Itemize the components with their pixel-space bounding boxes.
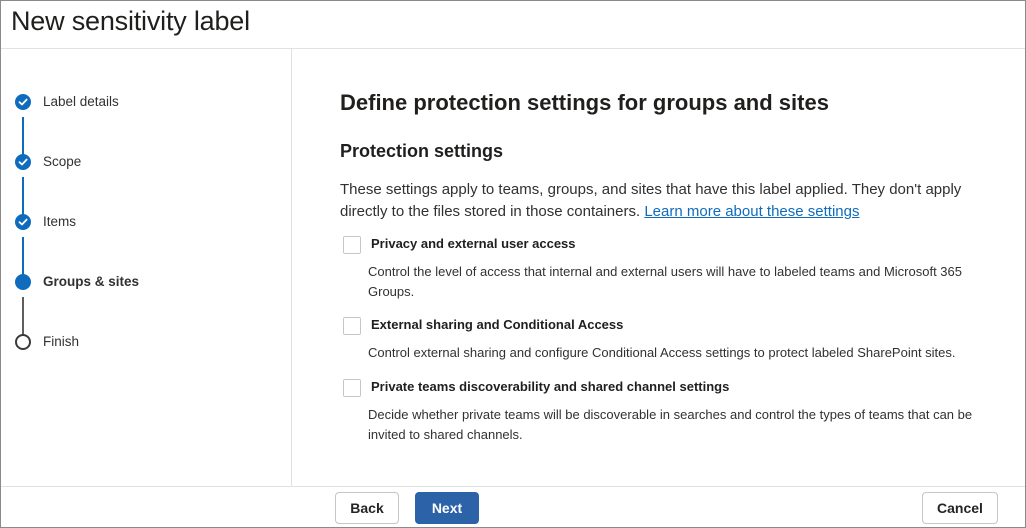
checkmark-icon: [15, 214, 31, 230]
current-step-dot-icon: [15, 274, 31, 290]
private-teams-checkbox[interactable]: [343, 379, 361, 397]
step-label-details[interactable]: Label details: [1, 90, 291, 114]
option-description: Control external sharing and configure C…: [368, 345, 956, 360]
section-heading: Define protection settings for groups an…: [340, 90, 829, 115]
learn-more-link[interactable]: Learn more about these settings: [644, 203, 859, 220]
step-label: Groups & sites: [43, 274, 140, 289]
step-finish[interactable]: Finish: [1, 330, 291, 354]
option-title[interactable]: Private teams discoverability and shared…: [371, 379, 729, 394]
wizard-window: New sensitivity label Label details Scop…: [0, 0, 1026, 528]
wizard-footer: Back Next Cancel: [1, 486, 1025, 527]
checkmark-icon: [15, 154, 31, 170]
step-items[interactable]: Items: [1, 210, 291, 234]
wizard-header: New sensitivity label: [1, 1, 1025, 49]
step-label: Scope: [43, 154, 82, 169]
step-label: Finish: [43, 334, 80, 349]
section-subheading: Protection settings: [340, 141, 504, 161]
empty-circle-icon: [15, 334, 31, 350]
step-groups-and-sites[interactable]: Groups & sites: [1, 270, 291, 294]
option-description: Decide whether private teams will be dis…: [368, 407, 973, 442]
option-title[interactable]: Privacy and external user access: [371, 236, 576, 251]
page-title: New sensitivity label: [11, 6, 250, 36]
back-button[interactable]: Back: [335, 492, 399, 524]
option-description: Control the level of access that interna…: [368, 264, 962, 299]
cancel-button[interactable]: Cancel: [922, 492, 998, 524]
external-sharing-checkbox[interactable]: [343, 317, 361, 335]
step-scope[interactable]: Scope: [1, 150, 291, 174]
wizard-steps-sidebar: Label details Scope Items Groups & sites…: [1, 49, 292, 486]
checkmark-icon: [15, 94, 31, 110]
step-label: Label details: [43, 94, 119, 109]
intro-paragraph: These settings apply to teams, groups, a…: [340, 179, 1010, 223]
next-button[interactable]: Next: [415, 492, 479, 524]
option-title[interactable]: External sharing and Conditional Access: [371, 317, 623, 332]
main-content: Define protection settings for groups an…: [340, 49, 1010, 486]
step-label: Items: [43, 214, 77, 229]
privacy-checkbox[interactable]: [343, 236, 361, 254]
